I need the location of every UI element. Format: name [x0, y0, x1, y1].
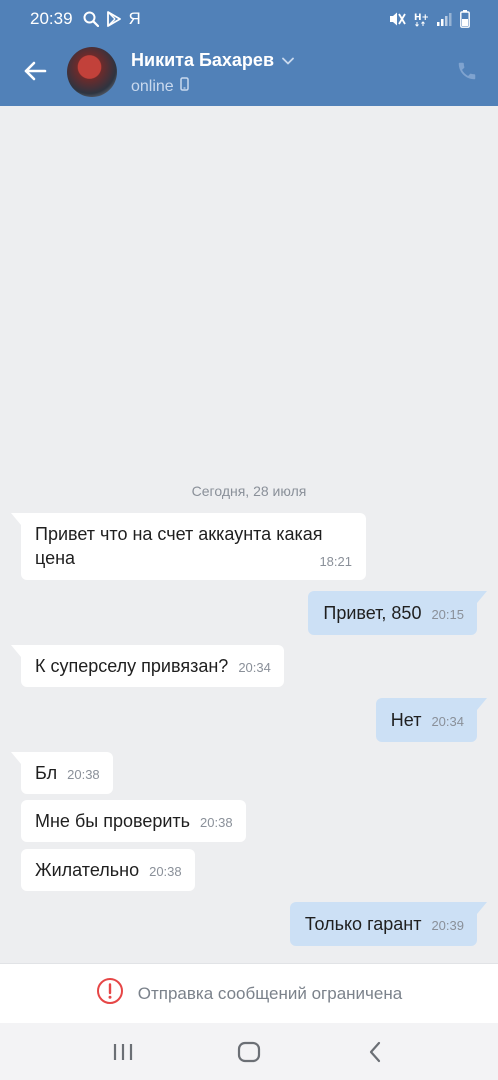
incoming-message[interactable]: Жилательно 20:38 — [21, 849, 195, 891]
message-list[interactable]: Сегодня, 28 июля Привет что на счет акка… — [0, 106, 498, 963]
chevron-down-icon — [282, 52, 294, 70]
incoming-message[interactable]: Мне бы проверить 20:38 — [21, 800, 246, 842]
svg-text:H+: H+ — [414, 13, 428, 23]
incoming-message[interactable]: К суперселу привязан? 20:34 — [11, 645, 284, 687]
contact-status: online — [131, 77, 174, 95]
message-time: 20:34 — [238, 660, 271, 675]
message-text: Жилательно — [35, 860, 140, 880]
message-text: Бл — [35, 763, 58, 783]
call-button[interactable] — [454, 58, 480, 84]
battery-icon — [460, 10, 470, 28]
status-time: 20:39 — [30, 9, 73, 28]
message-text: Привет что на счет аккаунта какая цена — [35, 524, 323, 568]
mobile-device-icon — [179, 77, 189, 96]
message-time: 20:15 — [431, 607, 464, 622]
carrier-glyph: Я — [128, 9, 141, 28]
message-time: 20:39 — [431, 918, 464, 933]
message-time: 20:34 — [431, 714, 464, 729]
recent-apps-button[interactable] — [103, 1032, 143, 1072]
recent-apps-icon — [113, 1043, 133, 1060]
date-separator: Сегодня, 28 июля — [191, 483, 307, 499]
outgoing-message[interactable]: Нет 20:34 — [375, 698, 488, 742]
status-bar: 20:39 Я H+ — [0, 0, 498, 38]
message-time: 20:38 — [149, 864, 182, 879]
hplus-icon: H+ — [414, 11, 428, 27]
contact-info[interactable]: Никита Бахарев online — [131, 50, 294, 96]
outgoing-message[interactable]: Только гарант 20:39 — [289, 902, 488, 946]
message-time: 18:21 — [319, 554, 352, 569]
arrow-left-icon — [24, 61, 47, 81]
search-icon — [83, 11, 99, 27]
home-icon — [237, 1041, 261, 1062]
avatar[interactable] — [67, 47, 117, 97]
messaging-restricted-bar: Отправка сообщений ограничена — [0, 963, 498, 1023]
message-text: Только гарант — [304, 914, 422, 934]
home-button[interactable] — [229, 1032, 269, 1072]
incoming-message[interactable]: Бл 20:38 — [11, 752, 113, 794]
message-text: Мне бы проверить — [35, 811, 191, 831]
message-time: 20:38 — [200, 815, 233, 830]
phone-icon — [458, 62, 476, 80]
outgoing-message[interactable]: Привет, 850 20:15 — [308, 591, 487, 635]
message-time: 20:38 — [67, 767, 100, 782]
contact-name: Никита Бахарев — [131, 50, 275, 70]
play-store-icon — [106, 11, 121, 27]
message-text: Нет — [390, 710, 422, 730]
back-button[interactable] — [20, 56, 50, 86]
toolbar: Никита Бахарев online — [0, 38, 498, 106]
restriction-text: Отправка сообщений ограничена — [137, 983, 403, 1003]
chat-header: 20:39 Я H+ Никита Бахарев online — [0, 0, 498, 106]
warning-circle-icon — [96, 977, 124, 1010]
back-icon — [369, 1041, 381, 1062]
message-text: К суперселу привязан? — [35, 656, 229, 676]
mute-icon — [388, 11, 406, 27]
signal-icon — [436, 12, 452, 26]
system-nav-bar — [0, 1023, 498, 1080]
incoming-message[interactable]: Привет что на счет аккаунта какая цена 1… — [11, 513, 366, 580]
nav-back-button[interactable] — [355, 1032, 395, 1072]
message-text: Привет, 850 — [323, 603, 422, 623]
